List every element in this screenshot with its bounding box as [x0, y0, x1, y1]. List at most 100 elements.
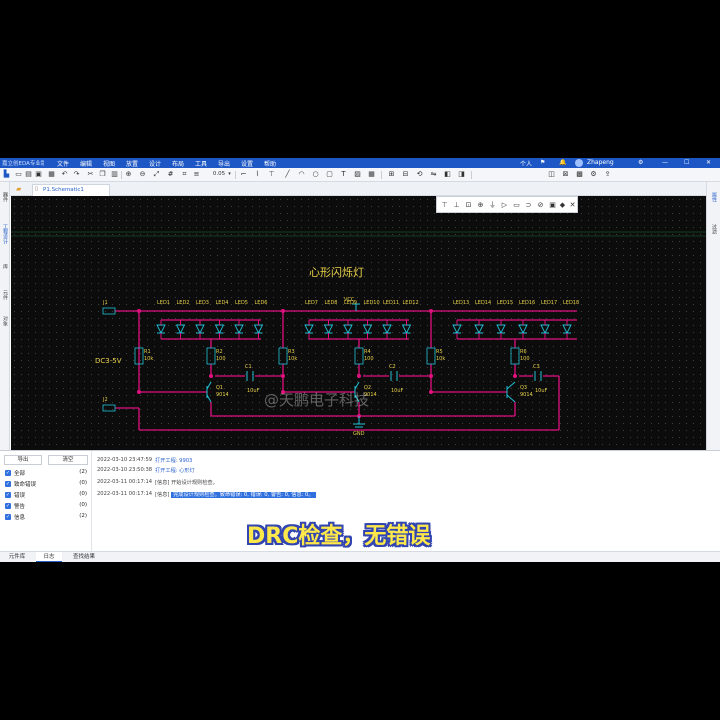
fit-view-icon[interactable]: ⤢ — [152, 170, 161, 179]
bus-tool-icon[interactable]: ▭ — [512, 201, 521, 210]
flip-icon[interactable]: ⇋ — [429, 170, 438, 179]
tab-library[interactable]: 元件库 — [2, 552, 32, 562]
led-diode[interactable] — [452, 324, 462, 335]
rail-item-library[interactable]: 库 — [1, 264, 9, 269]
flag-icon[interactable]: ⚑ — [540, 159, 545, 166]
rectangle-icon[interactable]: ▢ — [325, 170, 334, 179]
noconnect-tool-icon[interactable]: ⊘ — [536, 201, 545, 210]
net-tool-icon[interactable]: ⊥ — [452, 201, 461, 210]
snap-icon[interactable]: ⌗ — [180, 170, 189, 179]
undo-icon[interactable]: ↶ — [60, 170, 69, 179]
menu-layout[interactable]: 布局 — [172, 159, 184, 168]
chevron-down-icon[interactable]: ▾ — [225, 170, 234, 179]
avatar[interactable] — [575, 159, 583, 167]
resistor-r5[interactable] — [426, 347, 436, 365]
checkbox-icon[interactable]: ✓ — [5, 481, 11, 487]
zoom-in-icon[interactable]: ⊕ — [124, 170, 133, 179]
bus-icon[interactable]: ⌇ — [253, 170, 262, 179]
filter-all[interactable]: ✓ 全部 (2) — [5, 469, 89, 478]
rail-item-properties[interactable]: 属性 — [710, 192, 718, 202]
checkbox-icon[interactable]: ✓ — [5, 470, 11, 476]
gnd-symbol[interactable] — [353, 416, 365, 428]
copy-icon[interactable]: ❐ — [98, 170, 107, 179]
table-icon[interactable]: ▦ — [367, 170, 376, 179]
transistor-q1[interactable] — [206, 381, 212, 403]
menu-help[interactable]: 帮助 — [264, 159, 276, 168]
rotate-icon[interactable]: ⟲ — [415, 170, 424, 179]
rail-item-objects[interactable]: 对象 — [1, 316, 9, 326]
wire-icon[interactable]: ⌐ — [239, 170, 248, 179]
print-icon[interactable]: ▦ — [47, 170, 56, 179]
schematic-canvas[interactable]: 心形闪烁灯 J1 J2 DC3-5V VCC GND LED1 LED2 LED… — [11, 196, 706, 450]
grid-icon[interactable]: # — [166, 170, 175, 179]
cut-icon[interactable]: ✂ — [86, 170, 95, 179]
align-icon[interactable]: ⊞ — [387, 170, 396, 179]
close-icon[interactable]: ✕ — [568, 201, 577, 210]
rail-item-components[interactable]: 元件 — [1, 290, 9, 300]
led-diode[interactable] — [214, 324, 225, 335]
port-tool-icon[interactable]: ⊡ — [464, 201, 473, 210]
component-icon[interactable]: ◫ — [547, 170, 556, 179]
led-diode[interactable] — [304, 324, 314, 335]
menu-export[interactable]: 导出 — [218, 159, 230, 168]
connector-j2[interactable] — [102, 404, 116, 412]
text-icon[interactable]: T — [339, 170, 348, 179]
checkbox-icon[interactable]: ✓ — [5, 503, 11, 509]
led-diode[interactable] — [474, 324, 484, 335]
connector-j1[interactable] — [102, 307, 116, 315]
menu-tools[interactable]: 工具 — [195, 159, 207, 168]
clear-button[interactable]: 清空 — [48, 455, 88, 465]
menu-design[interactable]: 设计 — [149, 159, 161, 168]
save-icon[interactable]: ▣ — [34, 170, 43, 179]
log-link[interactable]: 打开工程: 心形灯 — [155, 468, 195, 474]
open-folder-icon[interactable]: ▤ — [24, 170, 33, 179]
led-diode[interactable] — [401, 324, 412, 335]
tab-schematic[interactable]: ▯ P1.Schematic1 — [32, 184, 110, 196]
image-icon[interactable]: ▨ — [353, 170, 362, 179]
netlabel-icon[interactable]: ⊤ — [267, 170, 276, 179]
distribute-icon[interactable]: ⊟ — [401, 170, 410, 179]
filter-info[interactable]: ✓ 信息 (2) — [5, 513, 89, 522]
led-diode[interactable] — [195, 324, 205, 335]
circle-icon[interactable]: ○ — [311, 170, 320, 179]
tab-find-results[interactable]: 查找结果 — [66, 552, 102, 562]
resistor-r3[interactable] — [278, 347, 288, 365]
wire-tool-icon[interactable]: ⊤ — [440, 201, 449, 210]
rail-item-filter[interactable]: 过滤 — [710, 224, 718, 234]
filter-error[interactable]: ✓ 错误 (0) — [5, 491, 89, 500]
share-icon[interactable]: ⇪ — [603, 170, 612, 179]
rail-item-devices[interactable]: 器件 — [1, 192, 9, 202]
capacitor-c3[interactable] — [534, 371, 542, 381]
paste-icon[interactable]: ▥ — [110, 170, 119, 179]
gear-icon[interactable]: ⚙ — [638, 159, 643, 166]
checkbox-icon[interactable]: ✓ — [5, 514, 11, 520]
folder-icon[interactable]: ▰ — [16, 185, 21, 193]
zoom-out-icon[interactable]: ⊖ — [138, 170, 147, 179]
maximize-icon[interactable]: ☐ — [684, 159, 689, 166]
menu-view[interactable]: 视图 — [103, 159, 115, 168]
line-icon[interactable]: ╱ — [283, 170, 292, 179]
menu-place[interactable]: 放置 — [126, 159, 138, 168]
resistor-r2[interactable] — [206, 347, 216, 365]
led-diode[interactable] — [234, 324, 244, 335]
bell-icon[interactable]: 🔔 — [559, 159, 566, 166]
led-diode[interactable] — [175, 324, 186, 335]
resistor-r6[interactable] — [510, 347, 520, 365]
led-diode[interactable] — [382, 324, 392, 335]
led-diode[interactable] — [323, 324, 334, 335]
layers-icon[interactable]: ≡ — [192, 170, 201, 179]
export-button[interactable]: 导出 — [4, 455, 42, 465]
mode-selector[interactable]: 个人 — [520, 159, 532, 168]
send-back-icon[interactable]: ◨ — [457, 170, 466, 179]
menu-file[interactable]: 文件 — [57, 159, 69, 168]
led-diode[interactable] — [540, 324, 550, 335]
menu-settings[interactable]: 设置 — [241, 159, 253, 168]
minimize-icon[interactable]: — — [662, 159, 668, 166]
pin-tool-icon[interactable]: ◆ — [558, 201, 567, 210]
transistor-q3[interactable] — [506, 381, 516, 403]
filter-warning[interactable]: ✓ 警告 (0) — [5, 502, 89, 511]
capacitor-c1[interactable] — [246, 371, 254, 381]
bom-icon[interactable]: ⚙ — [589, 170, 598, 179]
ground-tool-icon[interactable]: ⏚ — [488, 201, 497, 210]
log-link[interactable]: 打开工程: 9903 — [155, 458, 192, 464]
